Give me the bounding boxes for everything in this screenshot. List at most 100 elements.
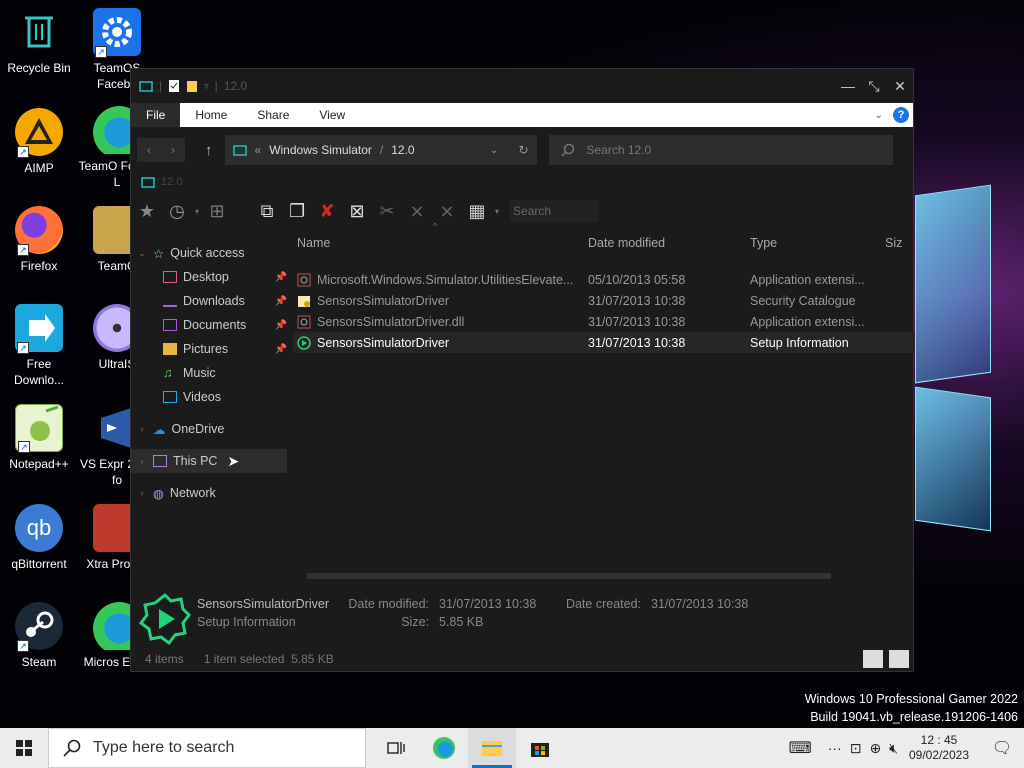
move-to-icon[interactable]: ❐	[285, 199, 309, 223]
clock[interactable]: 12 : 45 09/02/2023	[906, 733, 972, 763]
toolbar-search-input[interactable]: Search	[509, 200, 600, 222]
details-view-button[interactable]	[863, 650, 883, 668]
taskbar-file-explorer[interactable]	[468, 728, 516, 768]
tab-file[interactable]: File	[131, 103, 181, 127]
expand-chevron-icon[interactable]: ›	[137, 488, 147, 498]
sidebar-item-videos[interactable]: Videos	[131, 385, 293, 409]
address-dropdown-icon[interactable]: ⌄	[490, 145, 498, 156]
forward-button[interactable]: ›	[161, 138, 185, 162]
sidebar-item-desktop[interactable]: Desktop 📌	[131, 265, 293, 289]
taskbar-edge[interactable]	[420, 728, 468, 768]
sidebar-item-documents[interactable]: Documents 📌	[131, 313, 293, 337]
file-explorer-window[interactable]: | ▿ | 12.0 — ⤡ ✕ File Home Share View ⌄ …	[130, 68, 915, 672]
properties-icon[interactable]	[168, 79, 180, 93]
tab-home[interactable]: Home	[180, 103, 242, 127]
volume-muted-icon[interactable]: 🔇︎	[889, 740, 898, 757]
clock-icon[interactable]: ◷	[165, 199, 189, 223]
explorer-body: ⌄ ☆ Quick access Desktop 📌 Downloads 📌 D…	[131, 221, 915, 587]
sidebar-item-network[interactable]: › ◍ Network	[131, 481, 293, 505]
pin-icon[interactable]: 📌	[275, 344, 287, 355]
desktop-icon-aimp[interactable]: ↗ AIMP	[0, 108, 78, 176]
minimize-button[interactable]: —	[835, 78, 861, 95]
desktop-icon-notepadpp[interactable]: ↗ Notepad++	[0, 404, 78, 472]
breadcrumb-overflow[interactable]: «	[255, 143, 262, 157]
edge-icon	[433, 737, 455, 759]
expand-chevron-icon[interactable]: ⌄	[137, 248, 147, 259]
back-button[interactable]: ‹	[137, 138, 161, 162]
sidebar-item-music[interactable]: ♫ Music	[131, 361, 293, 385]
file-row[interactable]: SensorsSimulatorDriver 31/07/2013 10:38 …	[293, 290, 915, 311]
column-header-name[interactable]: Name	[293, 236, 588, 250]
start-button[interactable]	[0, 728, 48, 768]
horizontal-scrollbar[interactable]	[307, 573, 831, 579]
desktop-icon-firefox[interactable]: ↗ Firefox	[0, 206, 78, 274]
breadcrumb-current[interactable]: 12.0	[391, 143, 414, 157]
file-row[interactable]: Microsoft.Windows.Simulator.UtilitiesEle…	[293, 269, 915, 290]
sidebar-item-downloads[interactable]: Downloads 📌	[131, 289, 293, 313]
up-button[interactable]: ↑	[205, 142, 213, 159]
remove-icon[interactable]: ⨯	[405, 199, 429, 223]
maximize-button[interactable]: ⤡	[861, 78, 887, 95]
pin-icon[interactable]: 📌	[275, 272, 287, 283]
dropdown-icon[interactable]: ▾	[495, 207, 499, 216]
window-controls: — ⤡ ✕	[835, 78, 913, 95]
dropdown-icon[interactable]: ▾	[195, 207, 199, 216]
shortcut-arrow-icon: ↗	[18, 441, 30, 453]
desktop-icon-steam[interactable]: ↗ Steam	[0, 602, 78, 670]
pin-icon[interactable]: 📌	[275, 320, 287, 331]
clear-icon[interactable]: ⨯	[435, 199, 459, 223]
tab-view[interactable]: View	[304, 103, 360, 127]
taskbar-store[interactable]	[516, 728, 564, 768]
file-type: Setup Information	[750, 335, 849, 350]
navigation-pane: ⌄ ☆ Quick access Desktop 📌 Downloads 📌 D…	[131, 231, 293, 587]
delete-permanently-icon[interactable]: ⊠	[345, 199, 369, 223]
search-box[interactable]: Search 12.0	[548, 135, 893, 165]
windows-flag-icon[interactable]: ⊞	[205, 199, 229, 223]
title-bar[interactable]: | ▿ | 12.0 — ⤡ ✕	[131, 69, 913, 103]
show-hidden-icons-button[interactable]: ···	[828, 740, 842, 756]
file-name: Microsoft.Windows.Simulator.UtilitiesEle…	[317, 272, 574, 287]
delete-icon[interactable]: ✘	[315, 199, 339, 223]
documents-icon	[163, 319, 177, 331]
sidebar-item-onedrive[interactable]: › ☁ OneDrive	[131, 417, 293, 441]
customize-qat-icon[interactable]: ▿	[204, 81, 209, 92]
column-header-type[interactable]: Type	[750, 236, 885, 250]
new-folder-icon[interactable]	[186, 79, 198, 93]
device-icon[interactable]: ⊡	[850, 740, 862, 757]
cut-icon[interactable]: ✂	[375, 199, 399, 223]
close-button[interactable]: ✕	[887, 78, 913, 95]
sidebar-item-this-pc[interactable]: › This PC ➤	[131, 449, 287, 473]
desktop-icon-qbittorrent[interactable]: qb qBittorrent	[0, 504, 78, 572]
breadcrumb-windows-simulator[interactable]: Windows Simulator	[269, 143, 372, 157]
column-header-size[interactable]: Siz	[885, 236, 915, 250]
star-icon[interactable]: ★	[135, 199, 159, 223]
expand-ribbon-icon[interactable]: ⌄	[875, 110, 883, 121]
view-layout-icon[interactable]: ▦	[465, 199, 489, 223]
expand-chevron-icon[interactable]: ›	[137, 424, 147, 434]
pictures-icon	[163, 343, 177, 355]
task-view-button[interactable]	[372, 728, 420, 768]
network-globe-icon[interactable]: ⊕	[869, 740, 881, 757]
computer-icon	[153, 455, 167, 467]
notification-center-icon[interactable]: 🗨︎	[980, 738, 1024, 758]
pin-icon[interactable]: 📌	[275, 296, 287, 307]
file-row[interactable]: SensorsSimulatorDriver.dll 31/07/2013 10…	[293, 311, 915, 332]
taskbar-search-box[interactable]: Type here to search	[48, 728, 366, 768]
sidebar-item-pictures[interactable]: Pictures 📌	[131, 337, 293, 361]
expand-chevron-icon[interactable]: ›	[137, 456, 147, 466]
desktop-icon-recycle-bin[interactable]: Recycle Bin	[0, 8, 78, 76]
setup-information-icon	[138, 592, 191, 646]
refresh-icon[interactable]: ↻	[518, 143, 528, 157]
file-row-selected[interactable]: SensorsSimulatorDriver 31/07/2013 10:38 …	[293, 332, 915, 353]
keyboard-icon[interactable]: ⌨	[789, 738, 812, 758]
tab-share[interactable]: Share	[242, 103, 304, 127]
search-icon	[560, 143, 574, 157]
address-bar[interactable]: « Windows Simulator / 12.0 ⌄ ↻	[224, 135, 537, 165]
large-icons-view-button[interactable]	[889, 650, 909, 668]
sidebar-item-quick-access[interactable]: ⌄ ☆ Quick access	[131, 241, 293, 265]
desktop-icon-free-download[interactable]: ↗ Free Downlo...	[0, 304, 78, 388]
column-header-date[interactable]: Date modified	[588, 236, 750, 250]
cloud-icon: ☁	[153, 422, 166, 437]
help-icon[interactable]: ?	[893, 107, 909, 123]
copy-to-icon[interactable]: ⧉	[255, 199, 279, 223]
